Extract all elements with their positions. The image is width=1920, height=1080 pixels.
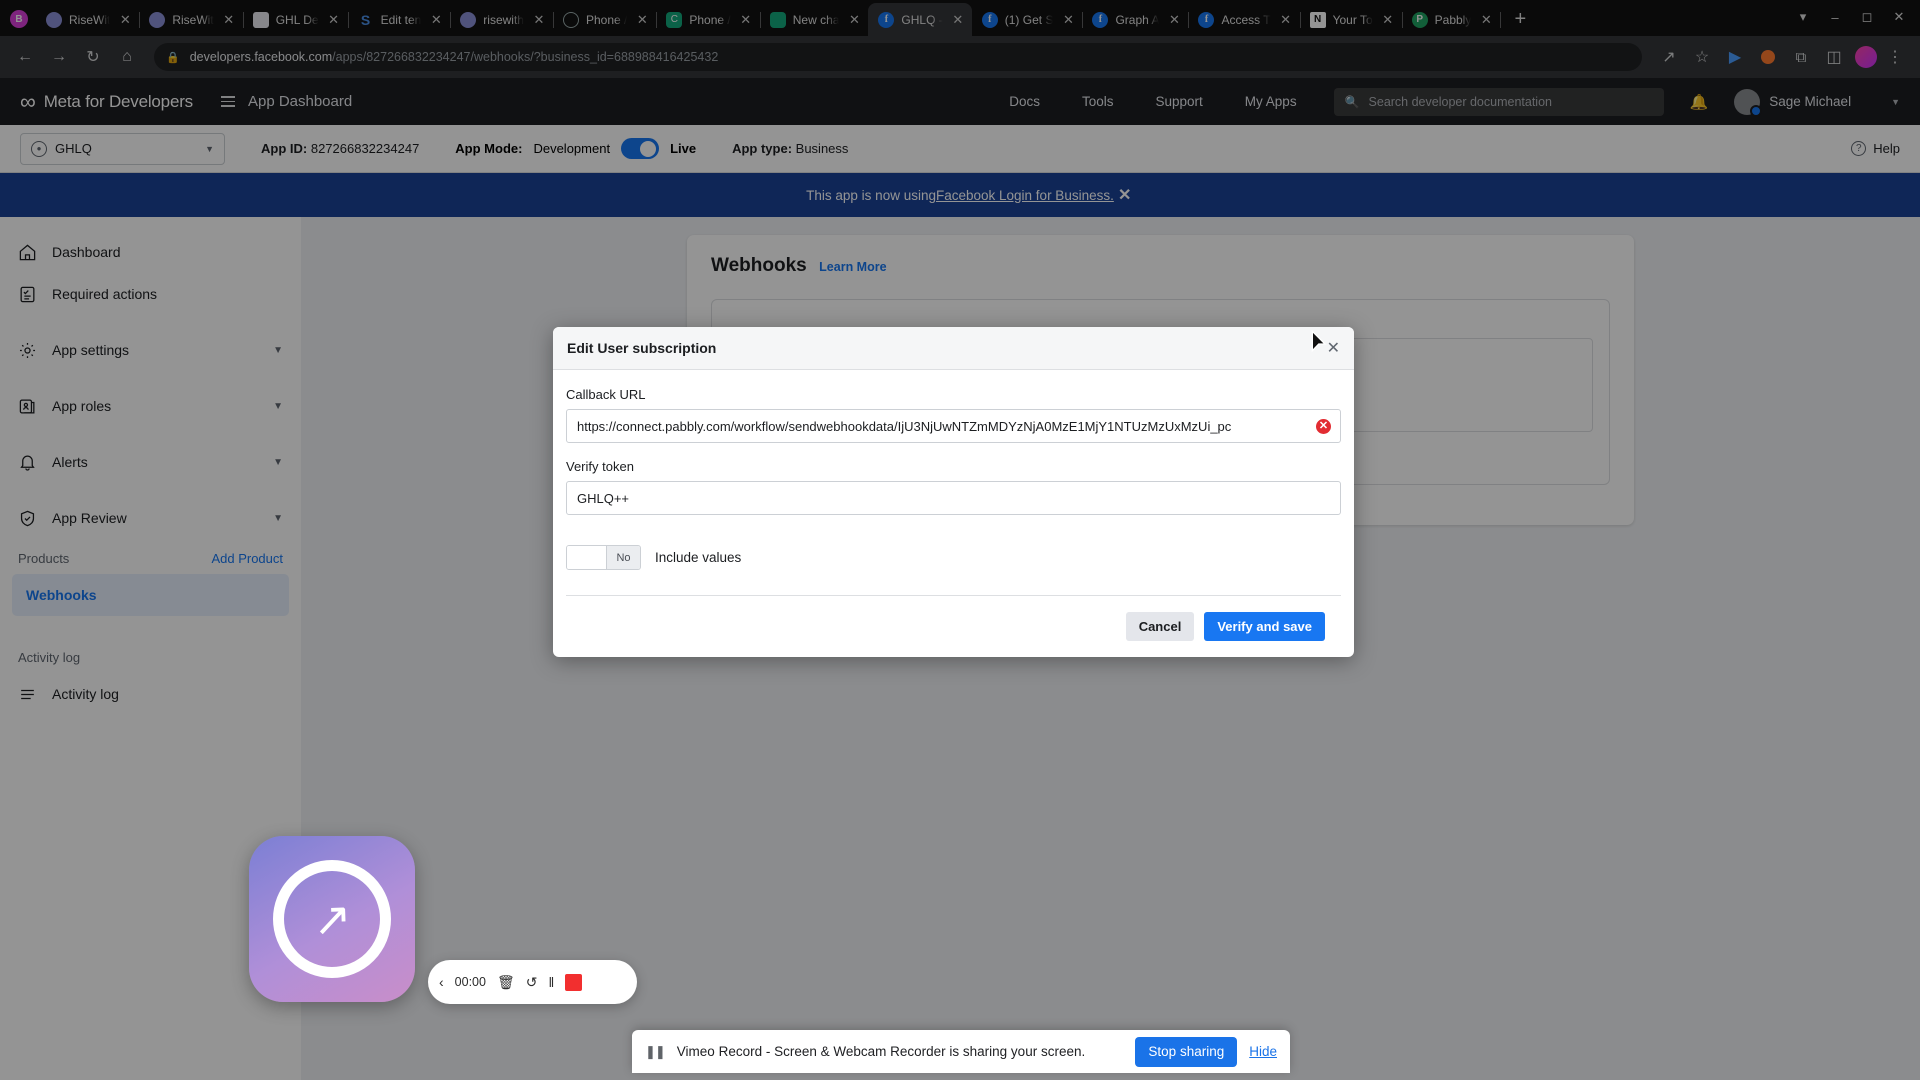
collapse-icon[interactable]: ‹ — [439, 974, 444, 990]
recorder-controls: ‹ 00:00 🗑 ↺ ‖ — [428, 960, 637, 1004]
webcam-ring: ↗ — [273, 860, 391, 978]
close-icon[interactable]: ✕ — [1327, 338, 1340, 358]
stop-sharing-button[interactable]: Stop sharing — [1135, 1036, 1238, 1067]
screen-share-bar: ❚❚ Vimeo Record - Screen & Webcam Record… — [632, 1030, 1290, 1073]
restart-icon[interactable]: ↺ — [526, 974, 538, 991]
verify-token-input[interactable]: GHLQ++ — [566, 481, 1341, 515]
arrow-icon: ↗ — [311, 892, 353, 946]
callback-url-value: https://connect.pabbly.com/workflow/send… — [577, 418, 1232, 434]
edit-subscription-modal: Edit User subscription ✕ Callback URL ht… — [553, 327, 1354, 657]
pause-icon: ❚❚ — [645, 1043, 666, 1059]
modal-footer: Cancel Verify and save — [566, 595, 1341, 657]
include-values-toggle[interactable]: No — [566, 545, 641, 570]
verify-and-save-button[interactable]: Verify and save — [1204, 612, 1325, 641]
modal-title: Edit User subscription — [567, 340, 717, 356]
delete-icon[interactable]: 🗑 — [497, 974, 515, 991]
cancel-button[interactable]: Cancel — [1125, 612, 1195, 641]
include-values-label: Include values — [655, 550, 742, 565]
hide-link[interactable]: Hide — [1249, 1044, 1277, 1059]
browser-window: B RiseWit ✕ RiseWit ✕ GHL De ✕ S Edit ten ✕ risew… — [0, 0, 1920, 1080]
pause-icon[interactable]: ‖ — [548, 974, 554, 990]
share-message: Vimeo Record - Screen & Webcam Recorder … — [676, 1044, 1086, 1059]
modal-body: Callback URL https://connect.pabbly.com/… — [553, 370, 1354, 657]
verify-token-value: GHLQ++ — [577, 490, 630, 506]
include-values-row: No Include values — [566, 545, 1341, 570]
stop-icon[interactable] — [565, 973, 583, 991]
verify-token-label: Verify token — [566, 459, 634, 474]
callback-url-input[interactable]: https://connect.pabbly.com/workflow/send… — [566, 409, 1341, 443]
error-icon: ✕ — [1316, 418, 1331, 434]
recording-timer: 00:00 — [454, 975, 486, 989]
callback-url-label: Callback URL — [566, 387, 646, 402]
webcam-bubble[interactable]: ↗ — [249, 836, 415, 1002]
modal-header: Edit User subscription ✕ — [553, 327, 1354, 370]
include-values-state: No — [606, 546, 640, 569]
